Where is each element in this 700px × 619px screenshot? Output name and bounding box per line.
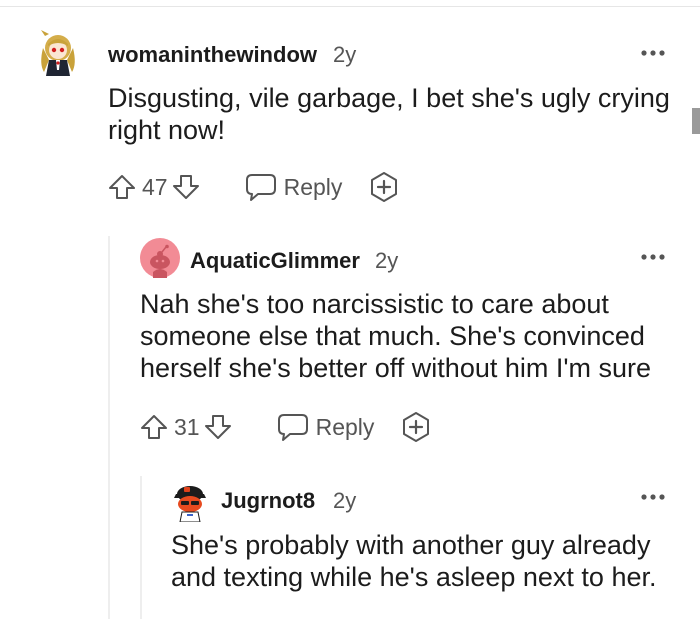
reply-label: Reply: [283, 173, 343, 200]
thread-line[interactable]: [140, 476, 142, 619]
award-icon[interactable]: [368, 171, 400, 203]
reply-icon: [277, 414, 308, 441]
reply-button[interactable]: Reply: [276, 412, 375, 442]
scrollbar[interactable]: [692, 108, 700, 134]
comment-body-line: herself she's better off without him I'm…: [140, 353, 652, 383]
reply-icon: [245, 174, 276, 201]
comment-body: Disgusting, vile garbage, I bet she's ug…: [108, 82, 670, 146]
comment-actions: 31 Reply: [140, 411, 432, 443]
award-icon[interactable]: [400, 411, 432, 443]
comment-body-line: She's probably with another guy already: [171, 530, 651, 560]
comment-username[interactable]: AquaticGlimmer: [190, 248, 360, 274]
downvote-icon[interactable]: [172, 173, 200, 201]
vote-count: 47: [142, 173, 168, 200]
more-options-icon[interactable]: [640, 48, 666, 58]
comment-actions: 47 Reply: [108, 171, 400, 203]
reply-button[interactable]: Reply: [244, 172, 343, 202]
pink-snoo-avatar-icon[interactable]: [140, 238, 180, 278]
reply-label: Reply: [315, 413, 375, 440]
more-options-icon[interactable]: [640, 252, 666, 262]
comment-username[interactable]: womaninthewindow: [108, 42, 317, 68]
upvote-icon[interactable]: [108, 173, 136, 201]
comment-body-line: someone else that much. She's convinced: [140, 321, 645, 351]
thread-line[interactable]: [108, 236, 110, 619]
more-options-icon[interactable]: [640, 492, 666, 502]
snoo-with-cap-avatar-icon[interactable]: [170, 480, 210, 522]
downvote-icon[interactable]: [204, 413, 232, 441]
comment-body-line: right now!: [108, 115, 226, 145]
comment-body-line: and texting while he's asleep next to he…: [171, 562, 657, 592]
comment-age: 2y: [333, 42, 357, 67]
vote-count: 31: [174, 413, 200, 440]
comment-body-line: Nah she's too narcissistic to care about: [140, 289, 609, 319]
comment-body: She's probably with another guy already …: [171, 529, 656, 593]
top-divider: [0, 6, 700, 7]
comment-body: Nah she's too narcissistic to care about…: [140, 288, 651, 384]
anime-girl-avatar-icon[interactable]: [35, 30, 81, 76]
comment-age: 2y: [333, 488, 357, 513]
upvote-icon[interactable]: [140, 413, 168, 441]
comment-age: 2y: [375, 248, 399, 273]
comment-body-line: Disgusting, vile garbage, I bet she's ug…: [108, 83, 670, 113]
comment-username[interactable]: Jugrnot8: [221, 488, 315, 514]
